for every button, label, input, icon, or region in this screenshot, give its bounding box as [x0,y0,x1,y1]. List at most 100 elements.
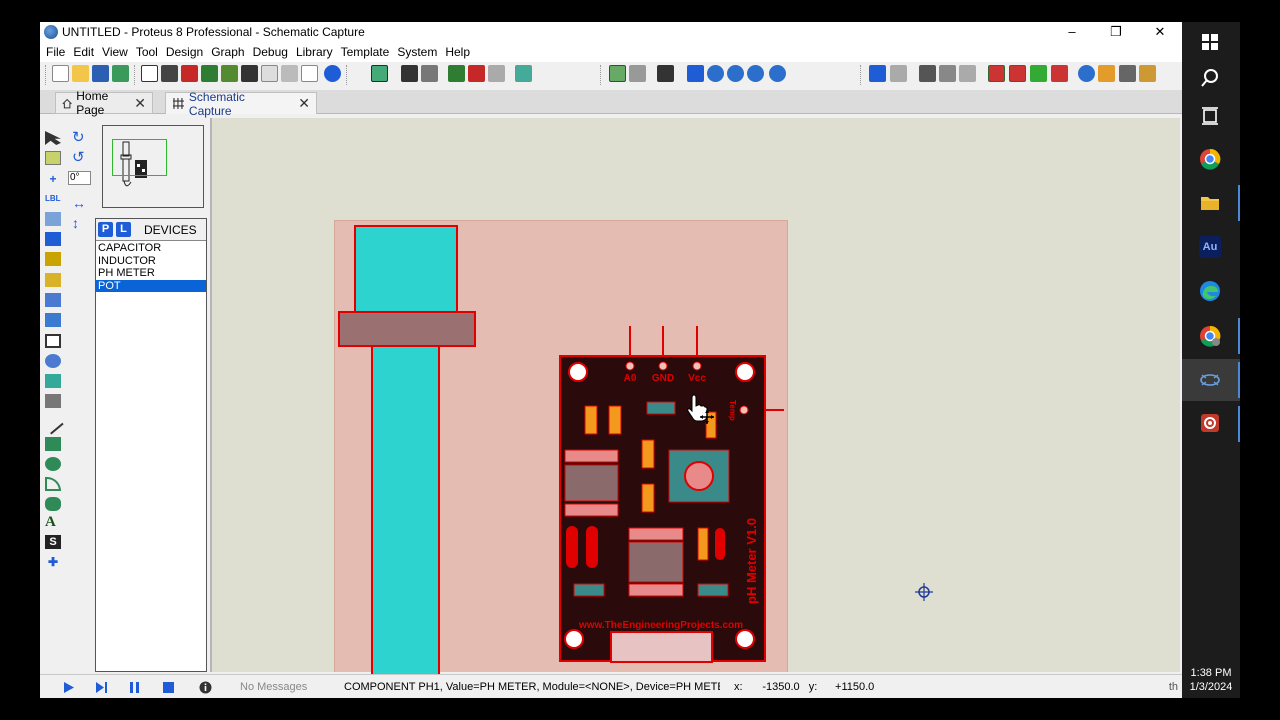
undo-icon[interactable] [869,65,886,82]
generator-icon[interactable] [45,354,61,368]
help-icon[interactable] [324,65,341,82]
task-view-icon[interactable] [1199,105,1221,127]
menu-template[interactable]: Template [337,45,394,59]
pause-icon[interactable] [128,681,141,694]
stop-icon[interactable] [162,681,175,694]
zoom-area-icon[interactable] [769,65,786,82]
buses-icon[interactable] [45,232,61,246]
3d-viewer-icon[interactable] [201,65,218,82]
device-item-capacitor[interactable]: CAPACITOR [96,242,206,255]
decompose-icon[interactable] [1139,65,1156,82]
wire-label-icon[interactable]: LBL [45,192,61,206]
cut-icon[interactable] [919,65,936,82]
make-device-icon[interactable] [1098,65,1115,82]
subcircuit-icon[interactable] [45,252,61,266]
device-item-inductor[interactable]: INDUCTOR [96,255,206,268]
close-tab-icon[interactable]: ✕ [134,95,146,112]
schematic-editing-window[interactable]: A0 GND Vcc Temp pH Meter V1.0 www.TheEng… [210,118,1180,674]
rotate-clockwise-icon[interactable]: ↻ [72,130,88,145]
tape-recorder-icon[interactable] [45,334,61,348]
play-icon[interactable] [62,681,75,694]
restore-icon[interactable]: ❐ [1094,22,1138,42]
gerber-icon[interactable] [221,65,238,82]
pick-devices-button[interactable]: P [98,222,113,237]
rotation-angle-field[interactable]: 0° [68,171,91,185]
graph-icon[interactable] [45,313,61,327]
close-tab-icon[interactable]: ✕ [298,95,310,112]
component-mode-icon[interactable] [45,151,61,165]
junction-dot-icon[interactable]: + [45,172,61,186]
notes-icon[interactable] [301,65,318,82]
redo-icon[interactable] [890,65,907,82]
bom-icon[interactable] [261,65,278,82]
ph-probe-component[interactable] [337,224,477,674]
tab-schematic-capture[interactable]: Schematic Capture ✕ [165,90,317,118]
library-manager-button[interactable]: L [116,222,131,237]
device-item-ph-meter[interactable]: PH METER [96,267,206,280]
text-script-icon[interactable] [45,212,61,226]
block-copy-icon[interactable] [988,65,1005,82]
windows-start-icon[interactable] [1199,31,1221,53]
new-file-icon[interactable] [52,65,69,82]
terminals-icon[interactable] [45,273,61,287]
symbol-tool-icon[interactable]: S [45,535,61,549]
copy-icon[interactable] [939,65,956,82]
new-sheet-icon[interactable] [448,65,465,82]
device-pins-icon[interactable] [45,293,61,307]
circle-tool-icon[interactable] [45,457,61,471]
menu-library[interactable]: Library [292,45,337,59]
menu-system[interactable]: System [393,45,441,59]
taskbar-clock[interactable]: 1:38 PM 1/3/2024 [1182,666,1240,694]
audition-icon[interactable]: Au [1199,236,1221,258]
menu-graph[interactable]: Graph [207,45,248,59]
box-tool-icon[interactable] [45,437,61,451]
mirror-x-icon[interactable]: ↔ [72,196,88,210]
device-item-pot[interactable]: POT [96,279,206,292]
chrome-canary-icon[interactable] [1199,325,1221,347]
pan-icon[interactable] [687,65,704,82]
menu-tool[interactable]: Tool [132,45,162,59]
electrical-rule-check-icon[interactable] [515,65,532,82]
block-rotate-icon[interactable] [1030,65,1047,82]
search-icon[interactable] [1199,67,1221,89]
menu-file[interactable]: File [42,45,69,59]
home-icon[interactable] [141,65,158,82]
path-tool-icon[interactable] [45,497,61,511]
property-tool-icon[interactable] [421,65,438,82]
redraw-icon[interactable] [609,65,626,82]
goto-sheet-icon[interactable] [488,65,505,82]
zoom-in-icon[interactable] [707,65,724,82]
message-count[interactable]: No Messages [240,681,307,693]
open-folder-icon[interactable] [72,65,89,82]
marker-tool-icon[interactable]: ✚ [45,555,61,569]
info-icon[interactable] [199,681,212,694]
menu-view[interactable]: View [98,45,132,59]
packaging-tool-icon[interactable] [1119,65,1136,82]
file-explorer-icon[interactable] [1199,192,1221,214]
text-tool-icon[interactable]: A [45,515,61,530]
design-explorer-icon[interactable] [241,65,258,82]
voltage-probe-icon[interactable] [45,374,61,388]
virtual-instruments-icon[interactable] [45,394,61,408]
zoom-all-icon[interactable] [747,65,764,82]
edge-icon[interactable] [1199,280,1221,302]
rotate-anticlockwise-icon[interactable]: ↺ [72,150,88,165]
screen-recorder-icon[interactable] [1199,412,1221,434]
minimize-icon[interactable]: – [1050,22,1094,42]
mirror-y-icon[interactable]: ↕ [72,216,88,230]
save-icon[interactable] [92,65,109,82]
menu-debug[interactable]: Debug [249,45,292,59]
arc-tool-icon[interactable] [45,477,61,491]
remove-sheet-icon[interactable] [468,65,485,82]
chrome-icon[interactable] [1199,148,1221,170]
ph-meter-board-component[interactable]: A0 GND Vcc Temp pH Meter V1.0 www.TheEng… [558,324,788,672]
line-tool-icon[interactable] [42,413,64,435]
schematic-icon[interactable] [161,65,178,82]
overview-window[interactable] [102,125,204,208]
step-icon[interactable] [95,681,108,694]
refresh-netlist-icon[interactable] [371,65,388,82]
block-move-icon[interactable] [1009,65,1026,82]
proteus-icon[interactable] [1199,369,1221,391]
selection-mode-icon[interactable] [45,131,61,145]
source-code-icon[interactable] [281,65,298,82]
